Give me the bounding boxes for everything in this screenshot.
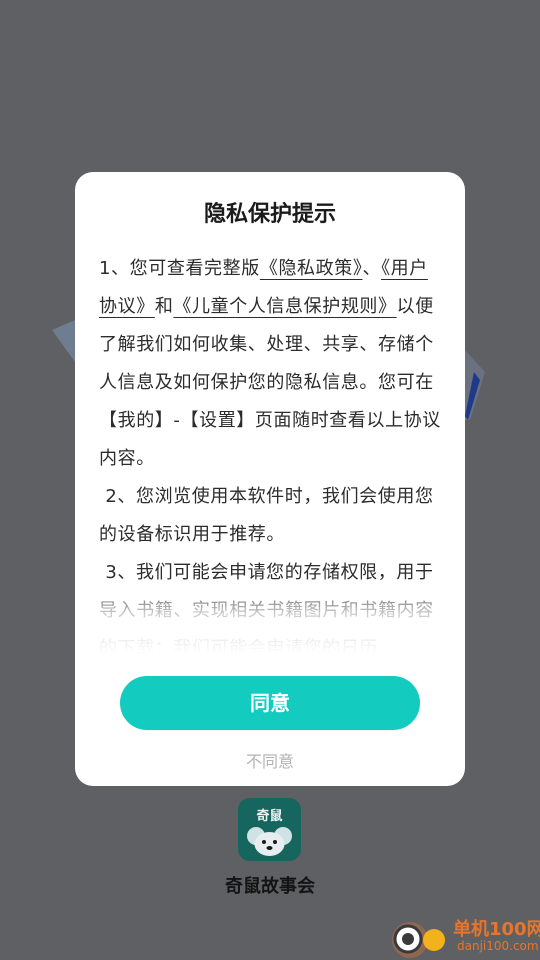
watermark-url: danji100.com — [457, 939, 539, 953]
mouse-icon: 奇鼠 — [238, 798, 301, 861]
disagree-button[interactable]: 不同意 — [75, 748, 465, 772]
dialog-title: 隐私保护提示 — [203, 202, 336, 227]
paragraph-2: 2、您浏览使用本软件时，我们会使用您的设备标识用于推荐。 — [99, 486, 434, 545]
p1-rest: 以便了解我们如何收集、处理、共享、存储个人信息及如何保护您的隐私信息。您可在【我… — [99, 296, 441, 469]
paragraph-1: 1、您可查看完整版《隐私政策》、《用户协议》和《儿童个人信息保护规则》以便了解我… — [99, 250, 443, 478]
privacy-dialog: 隐私保护提示 1、您可查看完整版《隐私政策》、《用户协议》和《儿童个人信息保护规… — [75, 172, 465, 786]
dialog-body[interactable]: 1、您可查看完整版《隐私政策》、《用户协议》和《儿童个人信息保护规则》以便了解我… — [99, 250, 443, 654]
app-name: 奇鼠故事会 — [225, 876, 315, 897]
app-logo: 奇鼠 — [238, 798, 301, 861]
paragraph-3: 3、我们可能会申请您的存储权限，用于导入书籍、实现相关书籍图片和书籍内容的下载；… — [99, 562, 434, 654]
p1-prefix: 1、您可查看完整版 — [99, 258, 260, 279]
p1-separator: 、 — [362, 258, 382, 279]
app-icon-text: 奇鼠 — [256, 808, 282, 824]
privacy-policy-link[interactable]: 《隐私政策》 — [260, 258, 363, 279]
child-privacy-rules-link[interactable]: 《儿童个人信息保护规则》 — [173, 296, 396, 317]
watermark-title: 单机100网 — [453, 919, 540, 940]
agree-button[interactable]: 同意 — [120, 676, 420, 730]
p1-and: 和 — [154, 296, 174, 317]
